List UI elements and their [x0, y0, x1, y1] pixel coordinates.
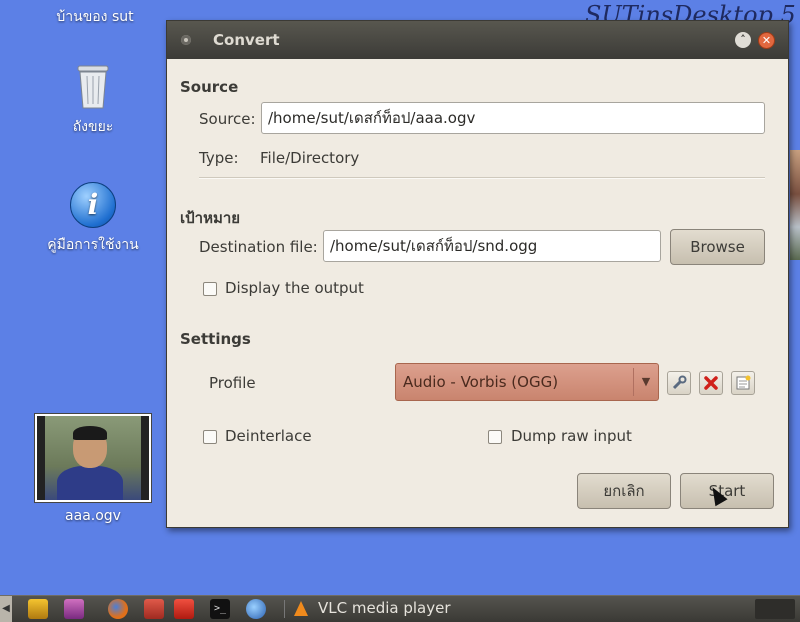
window-minimize-icon[interactable]: ˄ [735, 32, 751, 48]
chevron-down-icon: ▼ [633, 368, 658, 396]
network-icon[interactable] [246, 599, 266, 619]
browse-button[interactable]: Browse [670, 229, 765, 265]
trash-label: ถังขยะ [72, 119, 114, 135]
new-profile-icon[interactable] [731, 371, 755, 395]
taskbar-scroll-left-icon[interactable]: ◀ [0, 596, 12, 622]
start-button[interactable]: Start [680, 473, 774, 509]
dialog-titlebar[interactable]: Convert ˄ ✕ [167, 21, 788, 59]
convert-dialog: Convert ˄ ✕ Source Source: /home/sut/เดส… [166, 20, 789, 528]
info-icon: i [70, 182, 116, 228]
workspace-icon[interactable] [64, 599, 84, 619]
desktop-home-folder[interactable]: บ้านของ sut [35, 6, 155, 28]
terminal-icon[interactable]: >_ [210, 599, 230, 619]
vlc-icon [294, 601, 308, 616]
deinterlace-checkbox[interactable] [203, 430, 217, 444]
firefox-icon[interactable] [108, 599, 128, 619]
dump-raw-input-checkbox[interactable] [488, 430, 502, 444]
destination-file-label: Destination file: [199, 238, 318, 256]
type-value: File/Directory [260, 149, 360, 167]
desktop-help[interactable]: i คู่มือการใช้งาน [33, 182, 153, 256]
home-folder-label: บ้านของ sut [56, 9, 134, 25]
source-label: Source: [199, 110, 256, 128]
type-label: Type: [199, 149, 239, 167]
video-file-label: aaa.ogv [65, 508, 121, 524]
profile-select-value: Audio - Vorbis (OGG) [403, 373, 559, 391]
settings-heading: Settings [180, 330, 251, 348]
desktop-trash[interactable]: ถังขยะ [33, 62, 153, 138]
source-input[interactable]: /home/sut/เดสก์ท็อป/aaa.ogv [261, 102, 765, 134]
destination-heading: เป้าหมาย [180, 209, 241, 227]
profile-label: Profile [209, 374, 256, 392]
taskbar-active-task[interactable]: VLC media player [318, 596, 451, 622]
video-file-icon [35, 414, 151, 502]
destination-file-input[interactable]: /home/sut/เดสก์ท็อป/snd.ogg [323, 230, 661, 262]
file-manager-icon[interactable] [144, 599, 164, 619]
notes-icon[interactable] [174, 599, 194, 619]
profile-select[interactable]: Audio - Vorbis (OGG) ▼ [395, 363, 659, 401]
workspace-switcher[interactable] [755, 599, 795, 619]
desktop-photo-fragment [790, 150, 800, 260]
dialog-title: Convert [213, 31, 280, 49]
dump-raw-input-label: Dump raw input [511, 427, 632, 445]
deinterlace-label: Deinterlace [225, 427, 312, 445]
window-menu-icon[interactable] [181, 35, 191, 45]
trash-icon [75, 62, 111, 110]
delete-profile-icon[interactable] [699, 371, 723, 395]
display-output-checkbox[interactable] [203, 282, 217, 296]
desktop-video-file[interactable]: aaa.ogv [33, 414, 153, 524]
edit-profile-icon[interactable] [667, 371, 691, 395]
window-close-icon[interactable]: ✕ [758, 32, 775, 49]
section-divider [199, 177, 765, 179]
source-heading: Source [180, 78, 239, 96]
help-label: คู่มือการใช้งาน [47, 237, 139, 253]
system-menu-icon[interactable] [28, 599, 48, 619]
taskbar: ◀ >_ VLC media player [0, 595, 800, 622]
display-output-label: Display the output [225, 279, 364, 297]
cancel-button[interactable]: ยกเลิก [577, 473, 671, 509]
taskbar-separator [284, 600, 285, 618]
